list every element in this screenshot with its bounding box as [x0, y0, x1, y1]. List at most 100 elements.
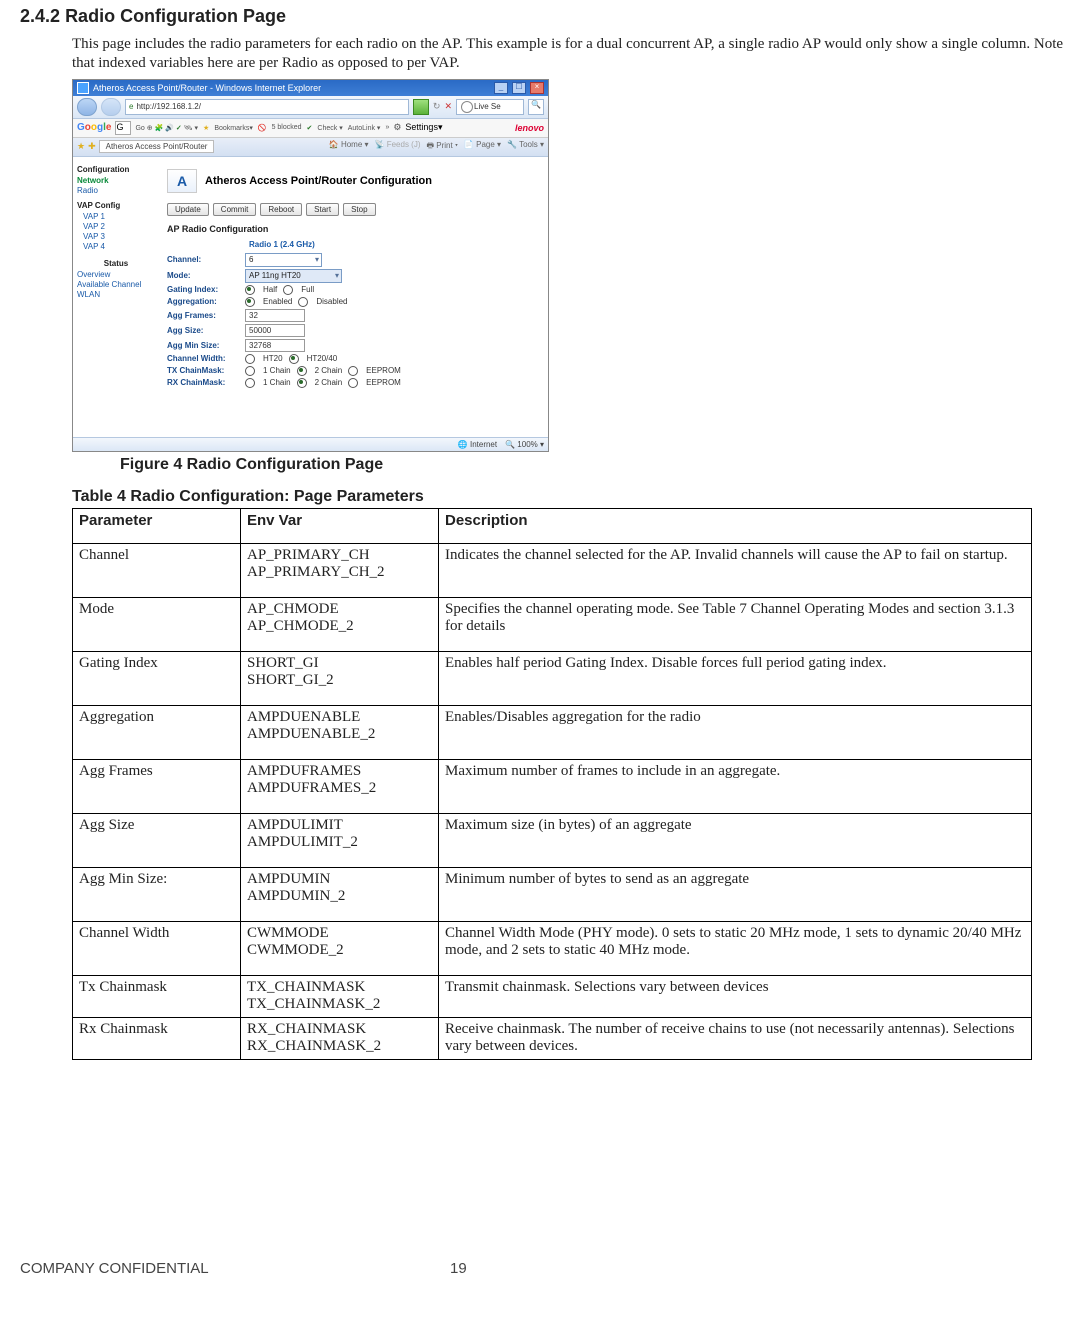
agg-enabled-radio[interactable]: [245, 297, 255, 307]
sidebar-vap4[interactable]: VAP 4: [83, 242, 155, 251]
page-footer: COMPANY CONFIDENTIAL 19: [20, 1260, 1070, 1277]
cell-description: Channel Width Mode (PHY mode). 0 sets to…: [439, 921, 1032, 975]
ie-icon: [77, 82, 89, 94]
table-title: Table 4 Radio Configuration: Page Parame…: [72, 488, 1070, 506]
stop-button[interactable]: Stop: [343, 203, 375, 216]
sidebar-vap1[interactable]: VAP 1: [83, 212, 155, 221]
agg-min-size-label: Agg Min Size:: [167, 341, 245, 350]
mode-select[interactable]: AP 11ng HT20: [245, 269, 342, 283]
refresh-icon[interactable]: ↻: [433, 101, 441, 112]
check-label[interactable]: Check ▾: [317, 124, 342, 132]
tx-eeprom-label: EEPROM: [366, 366, 401, 375]
cell-description: Transmit chainmask. Selections vary betw…: [439, 975, 1032, 1017]
tx-chainmask-label: TX ChainMask:: [167, 366, 245, 375]
cw-ht2040-radio[interactable]: [289, 354, 299, 364]
tx-eeprom-radio[interactable]: [348, 366, 358, 376]
start-button[interactable]: Start: [306, 203, 339, 216]
cell-description: Enables half period Gating Index. Disabl…: [439, 651, 1032, 705]
sidebar-radio[interactable]: Radio: [77, 186, 155, 195]
popup-blocked-icon[interactable]: 🚫: [258, 124, 267, 132]
bookmarks-label[interactable]: Bookmarks▾: [214, 124, 253, 132]
go-button[interactable]: [413, 99, 429, 115]
section-title: Radio Configuration Page: [65, 6, 286, 26]
home-menu[interactable]: 🏠 Home ▾: [329, 140, 369, 154]
update-button[interactable]: Update: [167, 203, 209, 216]
agg-min-size-input[interactable]: 32768: [245, 339, 305, 352]
gating-full-label: Full: [301, 285, 314, 294]
address-bar[interactable]: ehttp://192.168.1.2/: [125, 99, 409, 115]
tab-title[interactable]: Atheros Access Point/Router: [99, 140, 215, 153]
page-menu[interactable]: 📄 Page ▾: [464, 140, 501, 154]
sidebar-available-channel[interactable]: Available Channel: [77, 280, 155, 289]
cell-parameter: Rx Chainmask: [73, 1017, 241, 1059]
zoom-level[interactable]: 🔍 100% ▾: [505, 440, 544, 449]
tx-2chain-radio[interactable]: [297, 366, 307, 376]
back-button[interactable]: [77, 98, 97, 116]
reboot-button[interactable]: Reboot: [260, 203, 302, 216]
mode-label: Mode:: [167, 271, 245, 280]
cell-parameter: Agg Frames: [73, 759, 241, 813]
gating-full-radio[interactable]: [283, 285, 293, 295]
gating-half-radio[interactable]: [245, 285, 255, 295]
lenovo-logo: lenovo: [515, 123, 544, 133]
google-go[interactable]: Go ⊕ 🧩 🔊 ✓ 🛰 ▾: [135, 124, 198, 132]
stop-icon[interactable]: ✕: [444, 101, 452, 112]
maximize-button[interactable]: ☐: [512, 82, 526, 94]
agg-frames-input[interactable]: 32: [245, 309, 305, 322]
table-header-row: Parameter Env Var Description: [73, 508, 1032, 543]
agg-size-input[interactable]: 50000: [245, 324, 305, 337]
autolink-label[interactable]: AutoLink ▾: [348, 124, 381, 132]
tools-menu[interactable]: 🔧 Tools ▾: [507, 140, 544, 154]
cell-parameter: Aggregation: [73, 705, 241, 759]
footer-confidential: COMPANY CONFIDENTIAL: [20, 1260, 450, 1277]
cell-env-var: AP_CHMODE AP_CHMODE_2: [241, 597, 439, 651]
rx-eeprom-radio[interactable]: [348, 378, 358, 388]
cell-env-var: AMPDULIMIT AMPDULIMIT_2: [241, 813, 439, 867]
sidebar-vap2[interactable]: VAP 2: [83, 222, 155, 231]
col-description: Description: [439, 508, 1032, 543]
sidebar-wlan[interactable]: WLAN: [77, 290, 155, 299]
google-toolbar-buttons: Go ⊕ 🧩 🔊 ✓ 🛰 ▾ ★ Bookmarks▾ 🚫 5 blocked ✔ C…: [135, 124, 389, 132]
rx-2chain-radio[interactable]: [297, 378, 307, 388]
agg-disabled-radio[interactable]: [298, 297, 308, 307]
internet-zone: 🌐 Internet: [458, 440, 497, 449]
cell-env-var: AMPDUMIN AMPDUMIN_2: [241, 867, 439, 921]
more-label[interactable]: »: [385, 124, 389, 131]
cell-description: Maximum number of frames to include in a…: [439, 759, 1032, 813]
search-icon: [461, 101, 473, 113]
blocked-label: 5 blocked: [272, 124, 302, 131]
settings-label[interactable]: Settings▾: [405, 122, 442, 133]
tx-1chain-radio[interactable]: [245, 366, 255, 376]
sidebar-vap3[interactable]: VAP 3: [83, 232, 155, 241]
cell-description: Enables/Disables aggregation for the rad…: [439, 705, 1032, 759]
google-logo: Google: [77, 122, 111, 133]
search-go-button[interactable]: 🔍: [528, 99, 544, 115]
cell-env-var: AMPDUENABLE AMPDUENABLE_2: [241, 705, 439, 759]
cell-description: Indicates the channel selected for the A…: [439, 543, 1032, 597]
feeds-menu[interactable]: 📡 Feeds (J): [375, 140, 421, 154]
cell-description: Specifies the channel operating mode. Se…: [439, 597, 1032, 651]
cw-ht20-radio[interactable]: [245, 354, 255, 364]
sidebar-overview[interactable]: Overview: [77, 270, 155, 279]
table-row: ChannelAP_PRIMARY_CH AP_PRIMARY_CH_2Indi…: [73, 543, 1032, 597]
favorites-icon[interactable]: ★: [77, 141, 85, 152]
forward-button[interactable]: [101, 98, 121, 116]
agg-size-label: Agg Size:: [167, 326, 245, 335]
panel-heading: AP Radio Configuration: [167, 224, 540, 234]
window-title: Atheros Access Point/Router - Windows In…: [93, 83, 490, 93]
print-menu[interactable]: 🖶 Print ▾: [427, 140, 458, 154]
channel-select[interactable]: 6: [245, 253, 322, 267]
sidebar-network[interactable]: Network: [77, 176, 155, 185]
bookmarks-icon[interactable]: ★: [203, 124, 209, 132]
google-search-select[interactable]: G: [115, 121, 131, 135]
search-box[interactable]: Live Se: [456, 99, 524, 115]
add-fav-icon[interactable]: ✚: [88, 141, 96, 152]
check-icon[interactable]: ✔: [307, 124, 313, 132]
rx-1chain-radio[interactable]: [245, 378, 255, 388]
table-row: Tx ChainmaskTX_CHAINMASK TX_CHAINMASK_2T…: [73, 975, 1032, 1017]
close-button[interactable]: ×: [530, 82, 544, 94]
page-content: Configuration Network Radio VAP Config V…: [73, 157, 548, 437]
settings-icon[interactable]: ⚙: [393, 122, 401, 133]
minimize-button[interactable]: _: [494, 82, 508, 94]
commit-button[interactable]: Commit: [213, 203, 257, 216]
